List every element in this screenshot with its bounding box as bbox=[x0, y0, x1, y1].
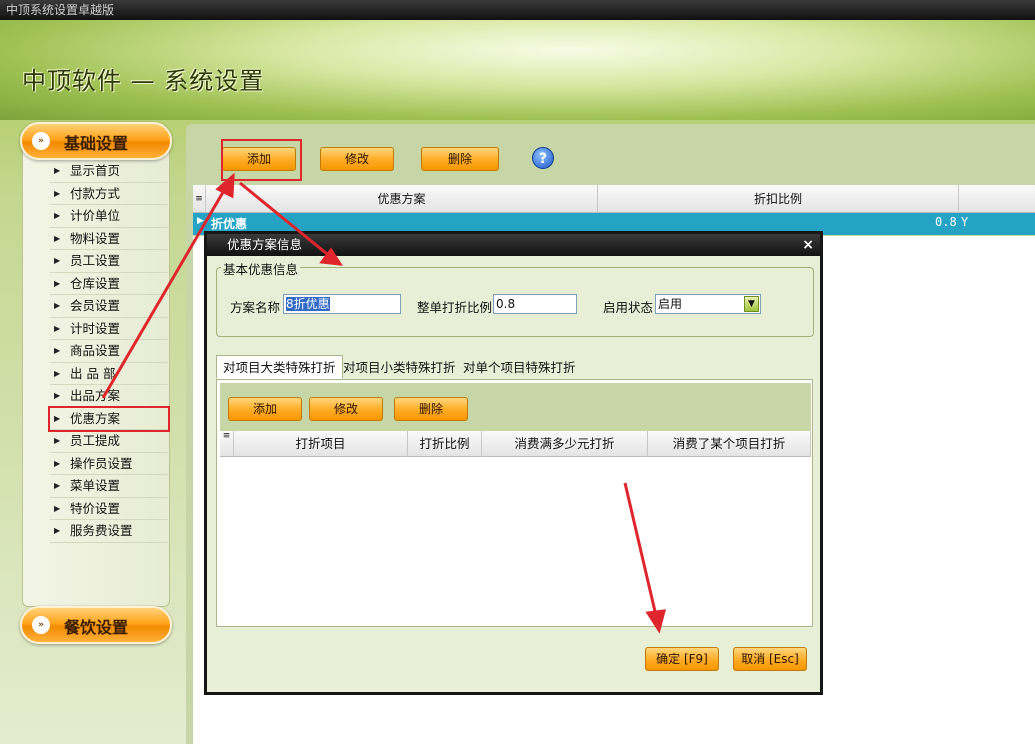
arrow-head bbox=[645, 609, 667, 634]
arrow-head bbox=[215, 172, 235, 199]
annotation-arrows bbox=[101, 172, 667, 634]
arrow-to-dialog bbox=[239, 181, 333, 260]
arrow-to-ok bbox=[623, 482, 659, 621]
arrow-to-add bbox=[101, 186, 228, 399]
